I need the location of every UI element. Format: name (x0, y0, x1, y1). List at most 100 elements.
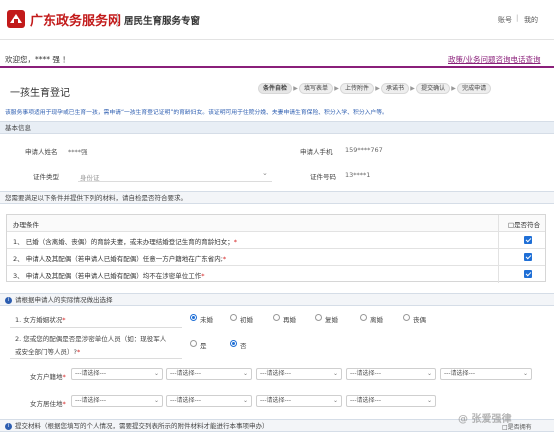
progress-steps: 条件自检 ▶ 填写表单 ▶ 上传附件 ▶ 承诺书 ▶ 提交确认 ▶ 完成申请 (258, 82, 492, 95)
step-upload: 上传附件 (340, 83, 375, 94)
step-arrow-icon: ▶ (334, 85, 339, 92)
id-type-underline (78, 181, 272, 182)
option-no[interactable]: 否 (240, 340, 247, 350)
chevron-down-icon: ⌄ (242, 397, 248, 404)
radio-divorced[interactable] (360, 314, 367, 321)
radio-widowed[interactable] (403, 314, 410, 321)
condition-checkbox[interactable] (524, 253, 532, 261)
step-arrow-icon: ▶ (451, 85, 456, 92)
option-unmarried[interactable]: 未婚 (200, 314, 213, 324)
residence-town-select[interactable]: ---请选择--- ⌄ (346, 395, 436, 407)
residence-province-select[interactable]: ---请选择--- ⌄ (71, 395, 163, 407)
my-center-link[interactable]: 我的 (524, 15, 538, 25)
condition-row: 2、 申请人及其配偶（若申请人已婚有配偶）任意一方户籍地在广东省内;* (7, 249, 545, 266)
consult-phone-link[interactable]: 政策/业务问题咨询电话查询 (448, 54, 541, 65)
radio-remarriage-same[interactable] (315, 314, 322, 321)
required-mark: * (62, 400, 66, 408)
watermark: @ 张爱强律 (458, 414, 512, 425)
chevron-down-icon: ⌄ (426, 370, 432, 377)
welcome-text: 欢迎您，**** 强 ！ (5, 55, 70, 64)
hukou-province-select[interactable]: ---请选择--- ⌄ (71, 368, 163, 380)
id-number-value: 13****1 (345, 171, 371, 179)
required-mark: * (222, 255, 227, 263)
step-self-check: 条件自检 (258, 83, 293, 94)
step-arrow-icon: ▶ (375, 85, 380, 92)
option-divorced[interactable]: 离婚 (370, 314, 383, 324)
site-name: 广东政务服务网 (30, 14, 122, 29)
step-arrow-icon: ▶ (410, 85, 415, 92)
option-first-marriage[interactable]: 初婚 (240, 314, 253, 324)
residence-label: 女方居住地 (30, 400, 63, 408)
condition-checkbox[interactable] (524, 270, 532, 278)
choices-header: i 请根据申请人的实际情况做出选择 (0, 293, 554, 306)
step-commitment: 承诺书 (381, 83, 410, 94)
id-number-label: 证件号码 (310, 173, 336, 181)
condition-text: 2、 申请人及其配偶（若申请人已婚有配偶）任意一方户籍地在广东省内; (13, 255, 223, 263)
option-remarried[interactable]: 再婚 (283, 314, 296, 324)
secret-unit-question-line2: 或安全部门等人员）? (15, 348, 77, 356)
chevron-down-icon: ⌄ (153, 397, 159, 404)
condition-text: 3、 申请人及其配偶（若申请人已婚有配偶）均不在涉密单位工作 (13, 272, 202, 280)
hukou-town-select[interactable]: ---请选择--- ⌄ (346, 368, 436, 380)
condition-row: 1、 已婚（含离婚、丧偶）的育龄夫妻，或未办理结婚登记生育的育龄妇女；* (7, 232, 545, 249)
residence-district-select[interactable]: ---请选择--- ⌄ (256, 395, 342, 407)
guangdong-logo-icon (7, 10, 25, 28)
conditions-table: 办理条件 □是否符合 1、 已婚（含离婚、丧偶）的育龄夫妻，或未办理结婚登记生育… (6, 214, 546, 283)
option-remarriage-same[interactable]: 复婚 (325, 314, 338, 324)
choices-title: 请根据申请人的实际情况做出选择 (15, 296, 113, 304)
required-mark: * (201, 272, 205, 280)
applicant-phone-label: 申请人手机 (300, 148, 333, 156)
step-confirm: 提交确认 (416, 83, 451, 94)
required-mark: * (62, 373, 66, 381)
compliance-header[interactable]: □是否符合 (508, 219, 540, 229)
condition-checkbox[interactable] (524, 236, 532, 244)
radio-first-marriage[interactable] (230, 314, 237, 321)
option-yes[interactable]: 是 (200, 340, 207, 350)
materials-title: 提交材料（根据您填写的个人情况，需要提交列表所示的附件材料才能进行本事项申办） (15, 422, 269, 430)
radio-no[interactable] (230, 340, 237, 347)
applicant-name-value: ****强 (68, 148, 88, 156)
info-icon: i (5, 296, 12, 304)
radio-unmarried[interactable] (190, 314, 197, 321)
account-link[interactable]: 账号 (498, 15, 512, 25)
required-mark: * (233, 238, 237, 246)
radio-yes[interactable] (190, 340, 197, 347)
residence-city-select[interactable]: ---请选择--- ⌄ (166, 395, 252, 407)
radio-remarried[interactable] (273, 314, 280, 321)
hukou-city-select[interactable]: ---请选择--- ⌄ (166, 368, 252, 380)
chevron-down-icon[interactable]: ⌄ (262, 169, 268, 177)
header-divider (117, 13, 118, 27)
id-type-label: 证件类型 (33, 173, 59, 181)
option-widowed[interactable]: 丧偶 (413, 314, 426, 324)
nav-separator: | (516, 14, 519, 22)
step-complete: 完成申请 (457, 83, 492, 94)
info-icon: i (5, 422, 12, 430)
service-notice: 该服务事项适用于现孕或已生育一孩，需申请“一孩生育登记证明”的育龄妇女。该证明可… (5, 110, 388, 116)
conditions-note: 您需要满足以下条件并提供下列的材料，请自检是否符合要求。 (0, 191, 554, 204)
condition-text: 1、 已婚（含离婚、丧偶）的育龄夫妻，或未办理结婚登记生育的育龄妇女； (13, 238, 234, 246)
chevron-down-icon: ⌄ (332, 397, 338, 404)
basic-info-header: 基本信息 (0, 121, 554, 134)
hukou-village-select[interactable]: ---请选择--- ⌄ (440, 368, 532, 380)
step-fill-form: 填写表单 (299, 83, 334, 94)
required-mark: * (62, 316, 66, 324)
chevron-down-icon: ⌄ (332, 370, 338, 377)
applicant-name-label: 申请人姓名 (25, 148, 58, 156)
secret-unit-question-line1: 2. 您或您的配偶是否是涉密单位人员（如：现役军人 (15, 335, 167, 343)
hukou-label: 女方户籍地 (30, 373, 63, 381)
accent-divider (0, 66, 554, 68)
conditions-header-label: 办理条件 (13, 221, 39, 229)
applicant-phone-value: 159****767 (345, 146, 383, 154)
required-mark: * (76, 348, 81, 356)
marital-status-label: 1. 女方婚姻状况 (15, 316, 63, 324)
chevron-down-icon: ⌄ (242, 370, 248, 377)
page-title: 一孩生育登记 (10, 88, 70, 99)
hukou-district-select[interactable]: ---请选择--- ⌄ (256, 368, 342, 380)
conditions-header-row: 办理条件 □是否符合 (7, 215, 545, 232)
step-arrow-icon: ▶ (293, 85, 298, 92)
q1-divider (10, 327, 182, 328)
condition-row: 3、 申请人及其配偶（若申请人已婚有配偶）均不在涉密单位工作* (7, 266, 545, 283)
service-window-title: 居民生育服务专窗 (124, 16, 201, 27)
chevron-down-icon: ⌄ (153, 370, 159, 377)
q2-divider (10, 358, 182, 359)
